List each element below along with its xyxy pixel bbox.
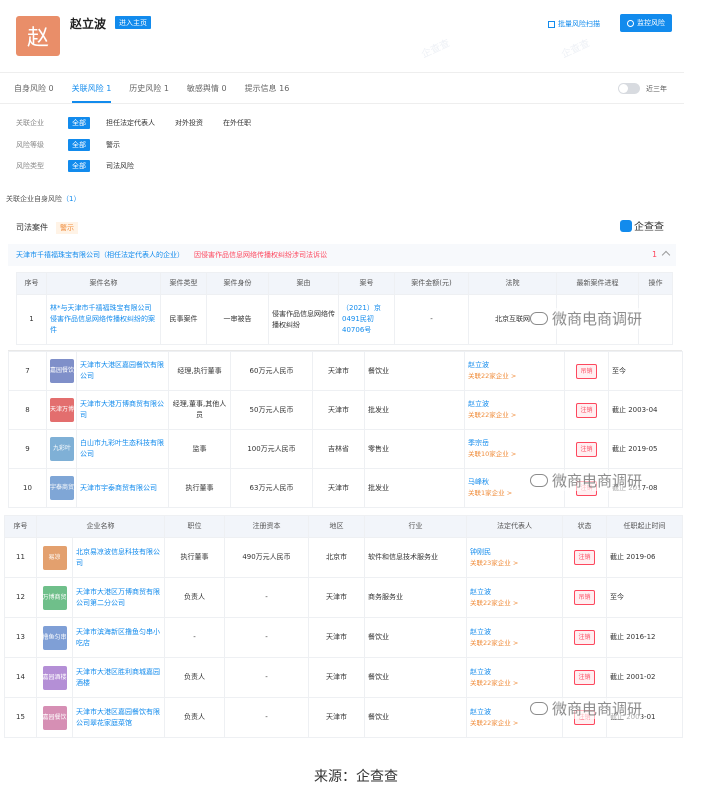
company-name-link[interactable]: 天津市大港区胜利商城嘉园酒楼 — [72, 657, 165, 698]
risk-tabs: 自身风险 0 关联风险 1 历史风险 1 敏感舆情 0 提示信息 16 — [0, 72, 684, 104]
wechat-icon — [530, 312, 548, 325]
filter-option[interactable]: 警示 — [102, 139, 124, 151]
filter-option[interactable]: 对外投资 — [171, 117, 207, 129]
tab-related-risk[interactable]: 关联风险 1 — [71, 74, 112, 103]
monitor-risk-button[interactable]: 监控风险 — [620, 14, 672, 32]
wechat-icon — [530, 474, 548, 487]
case-name-link[interactable]: 林*与天津市千禧福珠宝有限公司侵害作品信息网络传播权纠纷的案件 — [46, 294, 161, 345]
company-logo: 嘉园餐饮 — [42, 705, 67, 730]
background-watermark: 企查查 — [419, 37, 452, 61]
watermark: 微商电商调研 — [530, 698, 643, 719]
related-companies-link[interactable]: 关联22家企业 > — [470, 598, 559, 609]
qichacha-logo: 企查查 — [620, 218, 664, 233]
legal-rep-link[interactable]: 钟刚民 — [470, 548, 491, 556]
toggle-knob — [619, 84, 628, 93]
table-row: 8 天津万博 天津市大港万博商贸有限公司 经理,董事,其他人员 50万元人民币 天津市 批发… — [8, 390, 683, 430]
status-badge: 注销 — [574, 550, 595, 565]
judicial-section-title: 司法案件 — [16, 223, 48, 232]
related-companies-link[interactable]: 关联22家企业 > — [468, 410, 561, 421]
company-logo: 撸鱼匀串 — [42, 625, 67, 650]
company-name-link[interactable]: 天津市大港区嘉园餐饮有限公司 — [76, 351, 169, 391]
company-link[interactable]: 天津市千禧福珠宝有限公司（相任法定代表人的企业） — [16, 250, 184, 260]
legal-rep-link[interactable]: 马峰秋 — [468, 478, 489, 486]
batch-risk-scan-button[interactable]: 批量风险扫描 — [548, 18, 600, 30]
status-badge: 吊销 — [576, 363, 597, 379]
status-badge: 注销 — [574, 630, 595, 645]
company-logo: 嘉园酒楼 — [42, 665, 67, 690]
toggle-label: 近三年 — [646, 85, 667, 93]
related-companies-link[interactable]: 关联22家企业 > — [470, 678, 559, 689]
company-logo: 嘉园餐饮 — [50, 359, 74, 383]
table-row: 7 嘉园餐饮 天津市大港区嘉园餐饮有限公司 经理,执行董事 60万元人民币 天津市 餐饮业赵… — [8, 351, 683, 391]
filter-option[interactable]: 全部 — [68, 139, 90, 151]
status-badge: 注销 — [576, 402, 597, 418]
watermark: 微商电商调研 — [530, 308, 643, 329]
case-cause-text: 因侵害作品信息网络传播权纠纷涉司法诉讼 — [194, 251, 327, 259]
legal-rep-link[interactable]: 赵立波 — [470, 628, 491, 636]
filter-row-level: 风险等级 全部 警示 — [16, 139, 124, 151]
related-risk-title: 关联企业自身风险（1） — [6, 195, 81, 203]
related-companies-link[interactable]: 关联22家企业 > — [470, 718, 559, 729]
related-companies-link[interactable]: 关联22家企业 > — [468, 371, 561, 382]
company-logo: 万博商贸 — [42, 585, 67, 610]
case-header-strip: 天津市千禧福珠宝有限公司（相任法定代表人的企业） 因侵害作品信息网络传播权纠纷涉… — [8, 244, 676, 266]
legal-rep-link[interactable]: 季宗岳 — [468, 439, 489, 447]
background-watermark: 企查查 — [559, 37, 592, 61]
table-row: 9 九彩叶 白山市九彩叶生态科技有限公司 监事 100万元人民币 吉林省 零售业 季宗岳 关联1… — [8, 429, 683, 469]
warning-badge: 警示 — [56, 222, 78, 234]
company-name-link[interactable]: 天津市大港区嘉园餐饮有限公司翠花家庭菜馆 — [72, 697, 165, 738]
company-name-link[interactable]: 天津市大港区万博商贸有限公司第二分公司 — [72, 577, 165, 618]
company-name-link[interactable]: 天津市大港万博商贸有限公司 — [76, 390, 169, 430]
filter-option[interactable]: 全部 — [68, 160, 90, 172]
three-year-toggle[interactable] — [618, 83, 640, 94]
filter-option[interactable]: 司法风险 — [102, 160, 138, 172]
person-name: 赵立波 — [70, 17, 107, 31]
legal-rep-link[interactable]: 赵立波 — [470, 708, 491, 716]
filter-row-company: 关联企业 全部 担任法定代表人 对外投资 在外任职 — [16, 117, 255, 129]
filter-row-type: 风险类型 全部 司法风险 — [16, 160, 138, 172]
company-name-link[interactable]: 天津市宇泰商贸有限公司 — [76, 468, 169, 508]
enter-homepage-button[interactable]: 进入主页 — [115, 16, 151, 29]
status-badge: 吊销 — [574, 590, 595, 605]
status-badge: 注销 — [574, 670, 595, 685]
table-row: 13 撸鱼匀串 天津市滨海新区撸鱼匀串小吃店 - - 天津市 餐饮业 赵立波 关联22家企业 >… — [4, 617, 683, 658]
legal-rep-link[interactable]: 赵立波 — [468, 400, 489, 408]
legal-rep-link[interactable]: 赵立波 — [468, 361, 489, 369]
legal-rep-link[interactable]: 赵立波 — [470, 588, 491, 596]
company-logo: 宇泰商贸 — [50, 476, 74, 500]
related-companies-link[interactable]: 关联10家企业 > — [468, 449, 561, 460]
filter-option[interactable]: 全部 — [68, 117, 90, 129]
company-table-header: 序号 企业名称 职位 注册资本 地区 行业 法定代表人 状态 任职起止时间 — [4, 515, 683, 538]
table-row: 11 易凉 北京易凉波信息科技有限公司 执行董事 490万元人民币 北京市 软件和信息技术服… — [4, 537, 683, 578]
scan-icon — [548, 20, 555, 28]
table-row: 12 万博商贸 天津市大港区万博商贸有限公司第二分公司 负责人 - 天津市 商务服务业 赵立波… — [4, 577, 683, 618]
risk-panel: 企查查 企查查 赵 赵立波 进入主页 批量风险扫描 监控风险 自身风险 0 关联… — [0, 0, 684, 350]
tab-notice-info[interactable]: 提示信息 16 — [245, 83, 290, 94]
watermark: 微商电商调研 — [530, 470, 643, 491]
filter-option[interactable]: 在外任职 — [219, 117, 255, 129]
monitor-icon — [627, 19, 634, 27]
case-number-link[interactable]: （2021）京0491民初40706号 — [338, 294, 395, 345]
tab-history-risk[interactable]: 历史风险 1 — [129, 83, 169, 94]
case-count: 1 — [652, 250, 658, 259]
tab-self-risk[interactable]: 自身风险 0 — [14, 83, 54, 94]
status-badge: 注销 — [576, 441, 597, 457]
source-caption: 来源：企查查 — [314, 769, 398, 785]
avatar: 赵 — [16, 16, 60, 56]
company-name-link[interactable]: 北京易凉波信息科技有限公司 — [72, 537, 165, 578]
tab-sensitive-news[interactable]: 敏感舆情 0 — [187, 83, 227, 94]
company-logo: 易凉 — [42, 545, 67, 570]
company-name-link[interactable]: 白山市九彩叶生态科技有限公司 — [76, 429, 169, 469]
legal-rep-link[interactable]: 赵立波 — [470, 668, 491, 676]
qcc-logo-icon — [620, 219, 632, 232]
company-logo: 天津万博 — [50, 398, 74, 422]
related-companies-link[interactable]: 关联22家企业 > — [470, 638, 559, 649]
related-companies-link[interactable]: 关联23家企业 > — [470, 558, 559, 569]
company-name-link[interactable]: 天津市滨海新区撸鱼匀串小吃店 — [72, 617, 165, 658]
company-logo: 九彩叶 — [50, 437, 74, 461]
filter-option[interactable]: 担任法定代表人 — [102, 117, 159, 129]
table-row: 14 嘉园酒楼 天津市大港区胜利商城嘉园酒楼 负责人 - 天津市 餐饮业 赵立波 关联22家企业… — [4, 657, 683, 698]
case-table-header: 序号 案件名称 案件类型 案件身份 案由 案号 案件金额(元) 法院 最新案件进… — [16, 272, 673, 295]
wechat-icon — [530, 702, 548, 715]
